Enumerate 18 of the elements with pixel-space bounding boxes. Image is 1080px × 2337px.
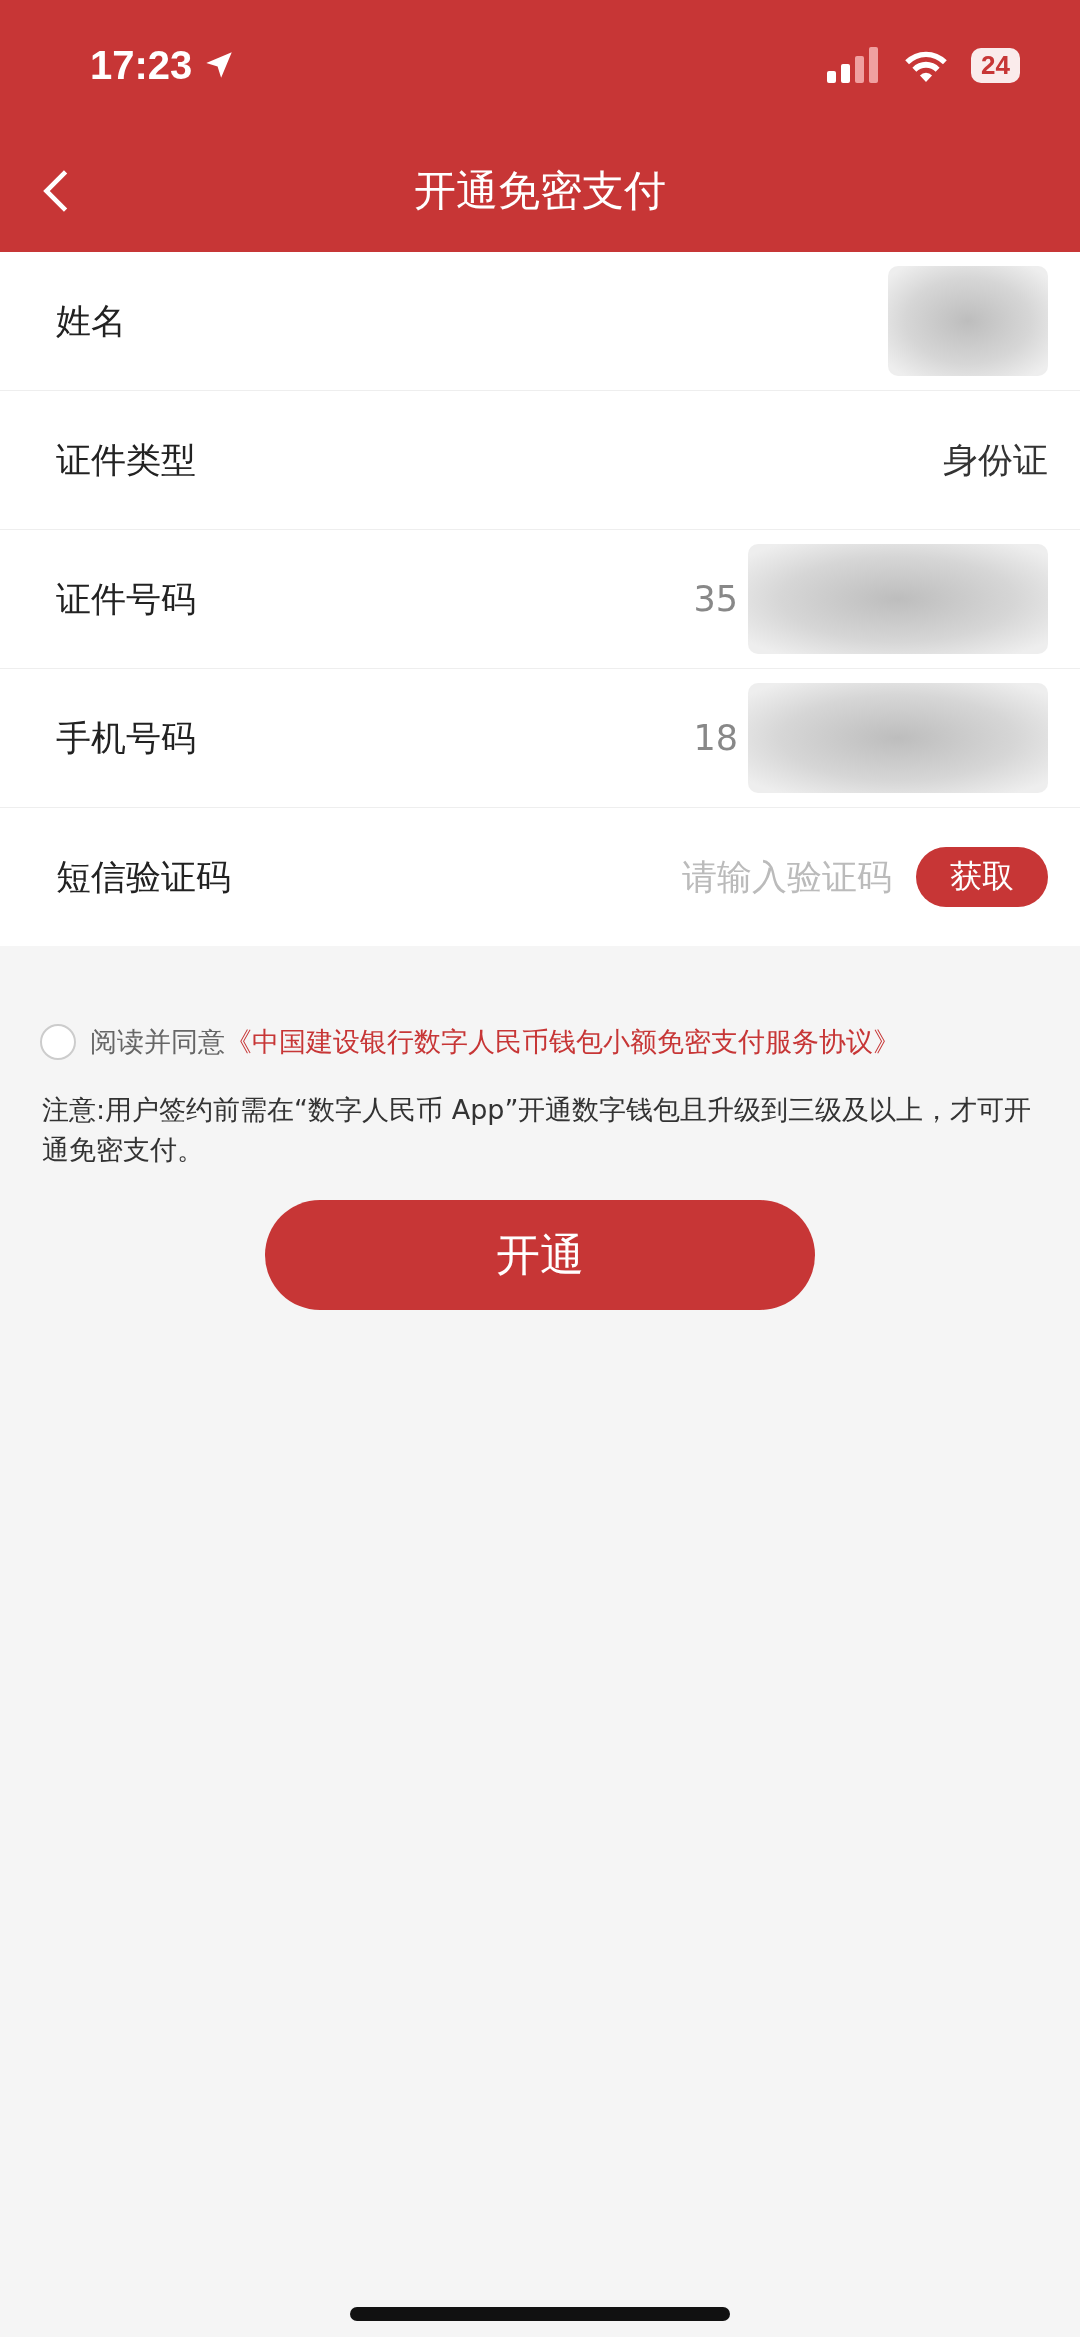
page-title: 开通免密支付 <box>414 165 666 217</box>
get-code-button[interactable]: 获取 <box>916 847 1048 907</box>
field-label: 短信验证码 <box>56 855 232 899</box>
field-label: 姓名 <box>56 299 127 343</box>
field-value: 35 <box>693 579 738 619</box>
field-label: 手机号码 <box>56 716 197 760</box>
field-label: 证件号码 <box>56 577 197 621</box>
notice-text: 注意:用户签约前需在“数字人民币 App”开通数字钱包且升级到三级及以上，才可开通免密支付。 <box>42 1093 1033 1167</box>
field-label: 证件类型 <box>56 438 197 482</box>
status-time: 17:23 <box>90 42 193 88</box>
agree-text: 阅读并同意 <box>90 1025 225 1059</box>
field-value: 身份证 <box>943 438 1048 482</box>
field-value: 18 <box>693 718 738 758</box>
agreement-link[interactable]: 《中国建设银行数字人民币钱包小额免密支付服务协议》 <box>225 1024 900 1060</box>
open-button[interactable]: 开通 <box>265 1200 815 1310</box>
agree-radio[interactable] <box>40 1024 76 1060</box>
battery-icon: 24 <box>971 47 1020 83</box>
input-field[interactable]: 请输入验证码 <box>640 856 894 898</box>
